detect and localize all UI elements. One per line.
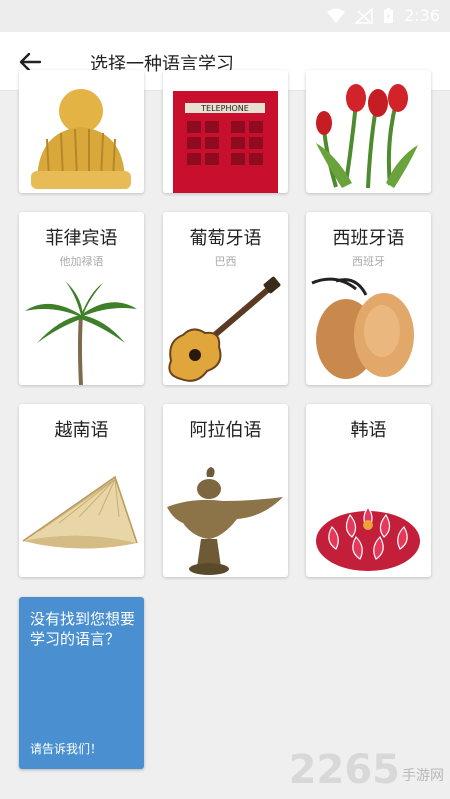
card-subtitle: 他加禄语	[59, 255, 104, 268]
watermark: 2265 手游网	[289, 747, 444, 793]
status-bar: 2:36	[0, 0, 450, 32]
tulips-image	[316, 84, 418, 189]
card-title: 葡萄牙语	[189, 228, 262, 249]
language-card[interactable]	[19, 70, 144, 193]
wool-hat-image	[31, 89, 131, 189]
lotus-flower-image	[316, 505, 420, 571]
conical-hat-image	[22, 475, 138, 549]
request-language-card[interactable]: 没有找到您想要学习的语言？ 请告诉我们！	[19, 597, 144, 769]
status-time: 2:36	[404, 6, 440, 25]
language-card-filipino[interactable]: 菲律宾语 他加禄语	[19, 212, 144, 385]
oil-lamp-image	[167, 467, 283, 575]
card-title: 韩语	[350, 420, 387, 441]
card-title: 阿拉伯语	[189, 420, 262, 441]
language-card[interactable]	[306, 70, 431, 193]
language-card[interactable]: TELEPHONE	[163, 70, 288, 193]
card-title: 菲律宾语	[45, 228, 118, 249]
card-subtitle: 巴西	[214, 255, 237, 268]
battery-icon	[384, 7, 394, 23]
phone-booth-image: TELEPHONE	[173, 91, 278, 193]
card-subtitle: 西班牙	[352, 255, 385, 268]
guitar-image	[168, 276, 281, 382]
language-card-portuguese[interactable]: 葡萄牙语 巴西	[163, 212, 288, 385]
card-title: 西班牙语	[332, 228, 405, 249]
request-language-text: 没有找到您想要学习的语言？	[30, 610, 136, 648]
castanets-image	[311, 277, 414, 379]
language-card-vietnamese[interactable]: 越南语	[19, 404, 144, 577]
tell-us-link[interactable]: 请告诉我们！	[30, 740, 102, 757]
wifi-icon	[327, 8, 346, 23]
language-card-korean[interactable]: 韩语	[306, 404, 431, 577]
card-title: 越南语	[54, 420, 109, 441]
signal-icon	[355, 7, 373, 24]
watermark-number: 2265	[288, 747, 400, 793]
language-card-spanish[interactable]: 西班牙语 西班牙	[306, 212, 431, 385]
language-card-arabic[interactable]: 阿拉伯语	[163, 404, 288, 577]
booth-sign-text: TELEPHONE	[200, 104, 249, 113]
palm-tree-image	[25, 281, 137, 385]
status-icons: 2:36	[327, 6, 440, 25]
watermark-text: 手游网	[402, 768, 444, 784]
